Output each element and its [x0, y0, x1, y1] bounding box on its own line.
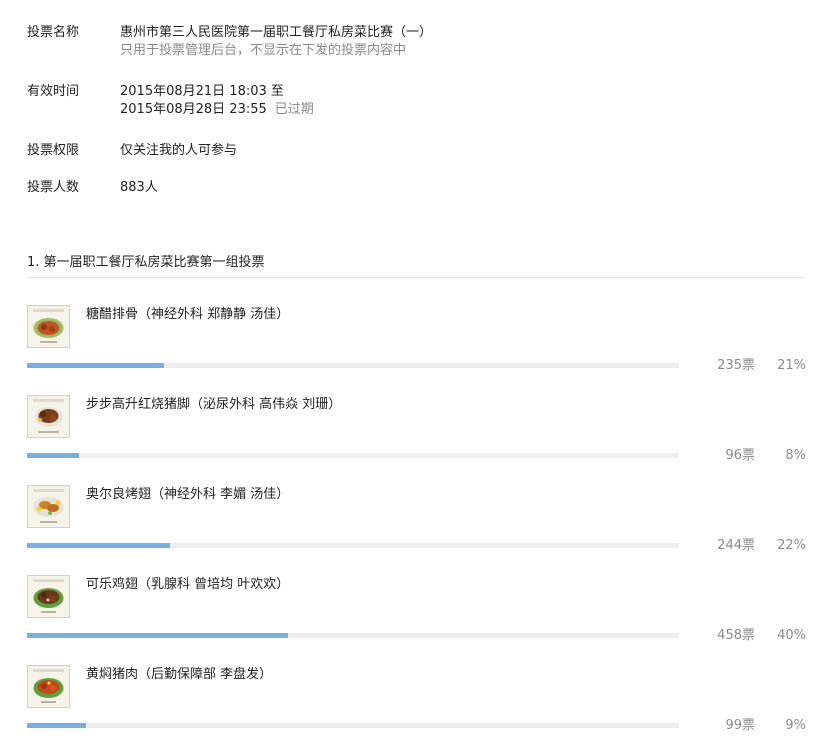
valid-time-start: 2015年08月21日 18:03 至: [120, 84, 284, 99]
participants-value: 883人: [120, 180, 158, 195]
vote-percent: 22%: [777, 538, 806, 553]
vote-count: 235票: [717, 358, 755, 373]
valid-time-label: 有效时间: [27, 84, 80, 99]
option-label: 奥尔良烤翅（神经外科 李媚 汤佳）: [86, 487, 290, 502]
vote-progress-fill: [27, 723, 86, 728]
vote-percent: 21%: [777, 358, 806, 373]
vote-percent: 40%: [777, 628, 806, 643]
vote-option: 奥尔良烤翅（神经外科 李媚 汤佳） 244票 22%: [27, 485, 806, 557]
valid-time-value-block: 2015年08月21日 18:03 至 2015年08月28日 23:55 已过期: [120, 83, 314, 119]
vote-option: 糖醋排骨（神经外科 郑静静 汤佳） 235票 21%: [27, 305, 806, 377]
vote-percent: 8%: [785, 448, 806, 463]
vote-progress-fill: [27, 453, 79, 458]
vote-count: 458票: [717, 628, 755, 643]
vote-progress-track: [27, 633, 679, 638]
option-label: 糖醋排骨（神经外科 郑静静 汤佳）: [86, 307, 290, 322]
valid-time-end: 2015年08月28日 23:55: [120, 102, 267, 117]
cola-wings-photo-icon[interactable]: [27, 575, 70, 618]
vote-count: 96票: [725, 448, 755, 463]
question-divider: [27, 277, 805, 278]
question-title: 1. 第一届职工餐厅私房菜比赛第一组投票: [27, 255, 265, 270]
permission-label: 投票权限: [27, 143, 80, 158]
vote-progress-fill: [27, 543, 170, 548]
vote-progress-track: [27, 723, 679, 728]
vote-name-note: 只用于投票管理后台，不显示在下发的投票内容中: [120, 43, 407, 58]
sweet-sour-ribs-photo-icon[interactable]: [27, 305, 70, 348]
vote-progress-track: [27, 363, 679, 368]
participants-label: 投票人数: [27, 180, 80, 195]
vote-option: 步步高升红烧猪脚（泌尿外科 高伟焱 刘珊） 96票 8%: [27, 395, 806, 467]
option-label: 步步高升红烧猪脚（泌尿外科 高伟焱 刘珊）: [86, 397, 342, 412]
vote-percent: 9%: [785, 718, 806, 733]
option-label: 黄焖猪肉（后勤保障部 李盘发）: [86, 667, 273, 682]
vote-count: 244票: [717, 538, 755, 553]
vote-name-value-block: 惠州市第三人民医院第一届职工餐厅私房菜比赛（一） 只用于投票管理后台，不显示在下…: [120, 24, 432, 60]
vote-option: 黄焖猪肉（后勤保障部 李盘发） 99票 9%: [27, 665, 806, 737]
stewed-pork-photo-icon[interactable]: [27, 665, 70, 708]
orleans-wings-photo-icon[interactable]: [27, 485, 70, 528]
valid-time-end-line: 2015年08月28日 23:55 已过期: [120, 101, 314, 119]
vote-option: 可乐鸡翅（乳腺科 曾培均 叶欢欢） 458票 40%: [27, 575, 806, 647]
vote-progress-track: [27, 543, 679, 548]
vote-count: 99票: [725, 718, 755, 733]
expired-status: 已过期: [274, 102, 314, 117]
vote-name-label: 投票名称: [27, 25, 80, 40]
permission-value: 仅关注我的人可参与: [120, 143, 238, 158]
vote-progress-track: [27, 453, 679, 458]
vote-progress-fill: [27, 363, 164, 368]
option-label: 可乐鸡翅（乳腺科 曾培均 叶欢欢）: [86, 577, 290, 592]
braised-trotters-photo-icon[interactable]: [27, 395, 70, 438]
vote-progress-fill: [27, 633, 288, 638]
vote-name-value: 惠州市第三人民医院第一届职工餐厅私房菜比赛（一）: [120, 25, 433, 40]
